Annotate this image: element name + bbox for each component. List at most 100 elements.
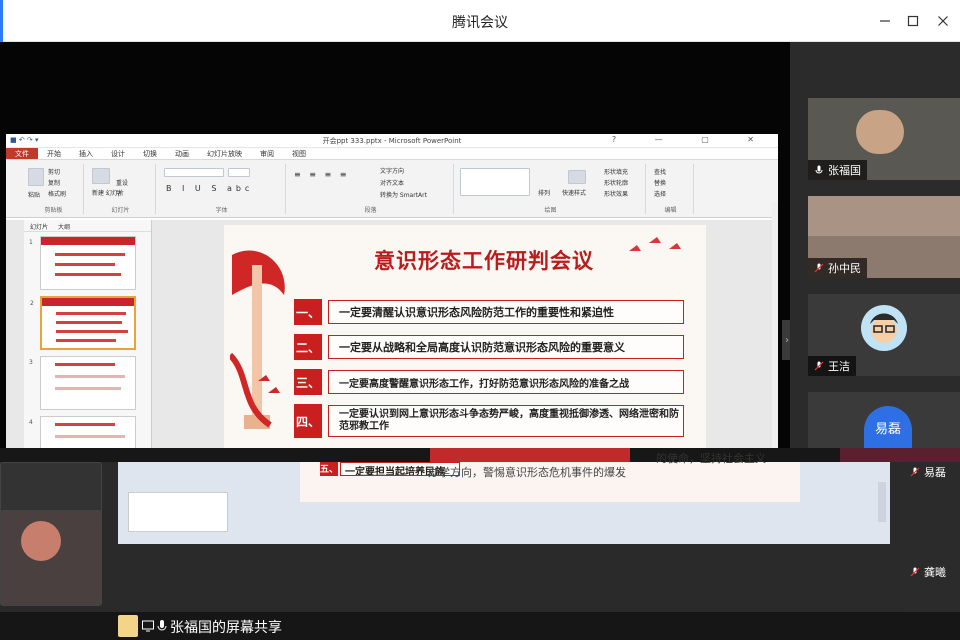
shape-effects-label[interactable]: 形状效果 xyxy=(604,189,628,198)
tab-transitions[interactable]: 切换 xyxy=(134,148,166,159)
paste-label[interactable]: 粘贴 xyxy=(28,190,40,199)
align-text-label[interactable]: 对齐文本 xyxy=(380,178,404,187)
participant-tile[interactable]: 王洁 xyxy=(808,294,960,376)
copy-label[interactable]: 复制 xyxy=(48,178,60,187)
ribbon-group-slides: 新建 幻灯片 重设 节 幻灯片 xyxy=(86,164,156,214)
arrange-label[interactable]: 排列 xyxy=(538,188,550,197)
slide-fragment-lower: 办学方向，警惕意识形态危机事件的爆发 xyxy=(428,466,626,479)
item-number: 一、 xyxy=(294,299,322,325)
participant-tile[interactable]: 易磊 xyxy=(808,392,960,448)
thumb-header xyxy=(41,237,135,245)
maximize-icon xyxy=(907,15,919,27)
minimize-button[interactable] xyxy=(874,10,896,32)
mic-muted-icon xyxy=(910,467,920,477)
clipboard-group-label: 剪贴板 xyxy=(44,207,63,214)
shapes-gallery[interactable] xyxy=(460,168,530,196)
ribbon-group-font: B I U S abc 字体 xyxy=(158,164,286,214)
font-name-select[interactable] xyxy=(164,168,224,177)
echo-scrollbar xyxy=(878,482,886,522)
ppt-titlebar: ■ ↶ ↷ ▾ 开会ppt 333.pptx - Microsoft Power… xyxy=(6,134,778,148)
slide-number: 1 xyxy=(29,239,33,246)
ribbon-group-drawing: 排列 快速样式 形状填充 形状轮廓 形状效果 绘图 xyxy=(456,164,646,214)
paragraph-icons[interactable]: ≡ ≡ ≡ ≡ xyxy=(294,170,349,179)
thumb-line xyxy=(56,321,122,324)
doves-icon xyxy=(629,237,681,251)
window-title: 腾讯会议 xyxy=(452,15,508,31)
share-scrollbar[interactable] xyxy=(772,202,778,490)
participant-video[interactable]: 张福国 xyxy=(808,98,960,180)
font-size-select[interactable] xyxy=(228,168,250,177)
find-label[interactable]: 查找 xyxy=(654,167,666,176)
tab-slideshow[interactable]: 幻灯片放映 xyxy=(198,148,251,159)
thumb-line xyxy=(55,273,121,276)
thumb-line xyxy=(55,387,121,390)
maximize-button[interactable] xyxy=(902,10,924,32)
participant-tile[interactable] xyxy=(0,510,102,606)
close-icon xyxy=(938,16,948,26)
replace-label[interactable]: 替换 xyxy=(654,178,666,187)
item-text: 一定要从战略和全局高度认识防范意识形态风险的重要意义 xyxy=(328,335,684,359)
thumb-line xyxy=(56,339,116,342)
paragraph-group-label: 段落 xyxy=(364,207,377,214)
section-label[interactable]: 节 xyxy=(116,189,122,198)
format-painter-label[interactable]: 格式刷 xyxy=(48,189,66,198)
tab-insert[interactable]: 插入 xyxy=(70,148,102,159)
slide-thumbnail-selected[interactable]: 2 xyxy=(30,296,136,350)
participant-label: 易磊 xyxy=(904,462,952,482)
room-photo xyxy=(808,196,960,236)
ppt-ribbon: 粘贴 剪切 复制 格式刷 剪贴板 新建 幻灯片 重设 节 幻灯片 B I U S xyxy=(6,160,778,218)
ribbon-group-clipboard: 粘贴 剪切 复制 格式刷 剪贴板 xyxy=(24,164,84,214)
mic-icon xyxy=(815,165,823,174)
slide-number: 2 xyxy=(30,300,34,307)
lower-participants: 易磊 龚曦 xyxy=(900,462,960,612)
tab-animations[interactable]: 动画 xyxy=(166,148,198,159)
mic-muted-icon xyxy=(910,567,920,577)
screen-share-icon xyxy=(142,620,154,632)
tab-design[interactable]: 设计 xyxy=(102,148,134,159)
participant-label: 王洁 xyxy=(808,356,856,376)
tab-review[interactable]: 审阅 xyxy=(251,148,283,159)
shape-outline-label[interactable]: 形状轮廓 xyxy=(604,178,628,187)
smartart-label[interactable]: 转换为 SmartArt xyxy=(380,190,427,199)
share-status-bar: 张福国的屏幕共享 xyxy=(0,612,960,640)
ribbon-group-paragraph: 文字方向 对齐文本 转换为 SmartArt ≡ ≡ ≡ ≡ 段落 xyxy=(288,164,454,214)
ppt-ribbon-tabs: 文件 开始 插入 设计 切换 动画 幻灯片放映 审阅 视图 xyxy=(6,148,778,160)
select-label[interactable]: 选择 xyxy=(654,189,666,198)
screen-share-area: ■ ↶ ↷ ▾ 开会ppt 333.pptx - Microsoft Power… xyxy=(0,42,792,490)
quick-styles-icon[interactable] xyxy=(568,170,586,184)
ppt-window-controls-icon[interactable]: ? — ▢ ✕ xyxy=(612,135,772,144)
tab-file[interactable]: 文件 xyxy=(6,148,38,159)
close-button[interactable] xyxy=(932,10,954,32)
chevron-right-icon: › xyxy=(785,334,789,346)
cut-label[interactable]: 剪切 xyxy=(48,167,60,176)
person-photo xyxy=(856,110,904,154)
shape-fill-label[interactable]: 形状填充 xyxy=(604,167,628,176)
pane-tab-slides[interactable]: 幻灯片 xyxy=(30,222,48,231)
participant-name: 张福国 xyxy=(828,164,861,177)
font-format-icons[interactable]: B I U S abc xyxy=(166,184,253,193)
reset-label[interactable]: 重设 xyxy=(116,178,128,187)
slide-thumbnail[interactable]: 1 xyxy=(29,236,136,290)
slides-group-label: 幻灯片 xyxy=(111,207,130,214)
mic-muted-icon xyxy=(814,263,824,273)
thumb-line xyxy=(56,312,126,315)
item-number: 四、 xyxy=(294,404,322,438)
tab-home[interactable]: 开始 xyxy=(38,148,70,159)
slide-title: 意识形态工作研判会议 xyxy=(374,249,594,273)
quick-styles-label[interactable]: 快速样式 xyxy=(562,188,586,197)
lower-shared-area: 一定要担当起培养民族 五、 的使命，坚持社会主义 办学方向，警惕意识形态危机事件… xyxy=(0,452,960,612)
participant-label: 张福国 xyxy=(808,160,867,180)
new-slide-icon[interactable] xyxy=(92,168,110,184)
huabiao-pillar-icon xyxy=(230,250,285,429)
initials-badge: 易磊 xyxy=(864,406,912,448)
participant-video[interactable]: 孙中民 xyxy=(808,196,960,278)
mic-icon xyxy=(157,620,167,631)
tab-view[interactable]: 视图 xyxy=(283,148,315,159)
slide-thumbnail[interactable]: 3 xyxy=(29,356,136,410)
thumb-line xyxy=(55,263,115,266)
item-text: 一定要高度警醒意识形态工作，打好防范意识形态风险的准备之战 xyxy=(328,370,684,394)
pane-tab-outline[interactable]: 大纲 xyxy=(58,222,70,231)
text-direction-label[interactable]: 文字方向 xyxy=(380,166,404,175)
slide-number: 3 xyxy=(29,359,33,366)
paste-icon[interactable] xyxy=(28,168,44,186)
